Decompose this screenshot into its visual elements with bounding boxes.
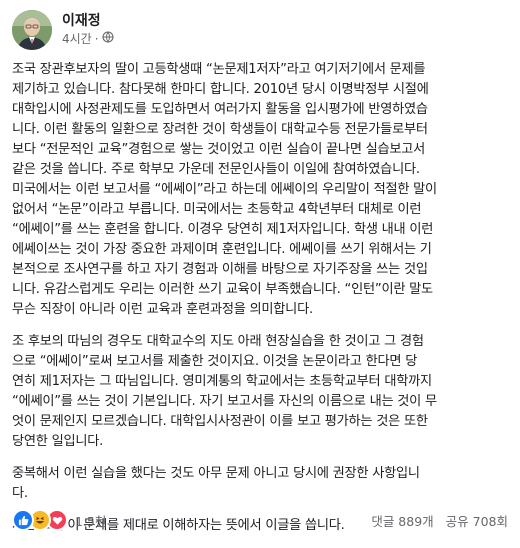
- post-line: 니다. 이런 활동의 일환으로 장려한 것이 학생들이 대학교수등 전문가들로부…: [12, 122, 428, 137]
- post-line: 조 후보의 따님의 경우도 대학교수의 지도 아래 현장실습을 한 것이고 그 …: [12, 334, 424, 349]
- post-line: “에쎄이”를 쓰는 훈련을 합니다. 이경우 당연히 제1저자입니다. 학생 내…: [12, 222, 434, 237]
- post-paragraph-3: 중복해서 이런 실습을 했다는 것도 아무 문제 아니고 당시에 권장한 사항입…: [12, 464, 510, 504]
- post-line: 같은 것을 씁니다. 주로 학부모 가운데 전문인사들이 이일에 참여하였습니다…: [12, 162, 420, 177]
- post-line: 본적으로 조사연구를 하고 자기 경험과 이해를 바탕으로 자기주장을 쓰는 것…: [12, 262, 428, 277]
- post-paragraph-1: 조국 장관후보자의 딸이 고등학생때 “논문제1저자”라고 여기저기에서 문제를…: [12, 60, 510, 320]
- post-line: 제기하고 있습니다. 참다못해 한마디 합니다. 2010년 당시 이명박정부 …: [12, 82, 429, 97]
- share-count-link[interactable]: 공유 708회: [446, 514, 508, 529]
- post-line: 니다. 유감스럽게도 우리는 이러한 쓰기 교육이 부족했습니다. “인턴”이란…: [12, 282, 433, 297]
- author-name[interactable]: 이재정: [62, 12, 114, 30]
- post-line: 미국에서는 이런 보고서를 “에쎄이”라고 하는데 에쎄이의 우리말이 적절한 …: [12, 182, 437, 197]
- post-time[interactable]: 4시간: [62, 30, 92, 48]
- post-line: 조국 장관후보자의 딸이 고등학생때 “논문제1저자”라고 여기저기에서 문제를: [12, 62, 426, 77]
- post-line: 연히 제1저자는 그 따님입니다. 영미계통의 학교에서는 초등학교부터 대학까…: [12, 374, 432, 389]
- like-icon: [12, 509, 34, 531]
- post-header: 이재정 4시간 ·: [12, 10, 114, 50]
- post-line: 보다 “전문적인 교육”경험으로 쌓는 것이었고 이런 실습이 끝나면 실습보고…: [12, 142, 426, 157]
- post-line: 당연한 일입니다.: [12, 434, 104, 449]
- post-paragraph-2: 조 후보의 따님의 경우도 대학교수의 지도 아래 현장실습을 한 것이고 그 …: [12, 332, 510, 452]
- post-line: 대학입시에 사정관제도를 도입하면서 여러가지 활동을 입시평가에 반영하였습: [12, 102, 428, 117]
- post-line: 엇이 문제인지 모르겠습니다. 대학입시사정관이 이를 보고 평가하는 것은 또…: [12, 414, 428, 429]
- post-line: 없어서 “논문”이라고 부릅니다. 미국에서는 초등학교 4학년부터 대체로 이…: [12, 202, 422, 217]
- post-body: 조국 장관후보자의 딸이 고등학생때 “논문제1저자”라고 여기저기에서 문제를…: [12, 60, 510, 548]
- post-line: 으로 “에쎄이”로써 보고서를 제출한 것이지요. 이것을 논문이라고 한다면 …: [12, 354, 418, 369]
- reactions-summary[interactable]: 1.5천: [12, 509, 106, 531]
- separator-dot: ·: [94, 32, 99, 46]
- globe-icon[interactable]: [101, 30, 114, 48]
- post-line: “에쎄이”를 쓰는 것이 기본입니다. 자기 보고서를 자신의 이름으로 내는 …: [12, 394, 437, 409]
- comment-count-link[interactable]: 댓글 889개: [371, 514, 433, 529]
- post-line: 무슨 직장이 아니라 이런 교육과 훈련과정을 의미합니다.: [12, 302, 313, 317]
- reaction-count[interactable]: 1.5천: [75, 511, 106, 530]
- profile-photo: [12, 10, 52, 50]
- post-line: 다.: [12, 486, 28, 501]
- avatar[interactable]: [12, 10, 52, 50]
- post-line: 에쎄이쓰는 것이 가장 중요한 과제이며 훈련입니다. 에쎄이를 쓰기 위해서는…: [12, 242, 432, 257]
- post-line: 중복해서 이런 실습을 했다는 것도 아무 문제 아니고 당시에 권장한 사항입…: [12, 466, 420, 481]
- post-footer: 1.5천 댓글 889개 공유 708회: [12, 508, 508, 532]
